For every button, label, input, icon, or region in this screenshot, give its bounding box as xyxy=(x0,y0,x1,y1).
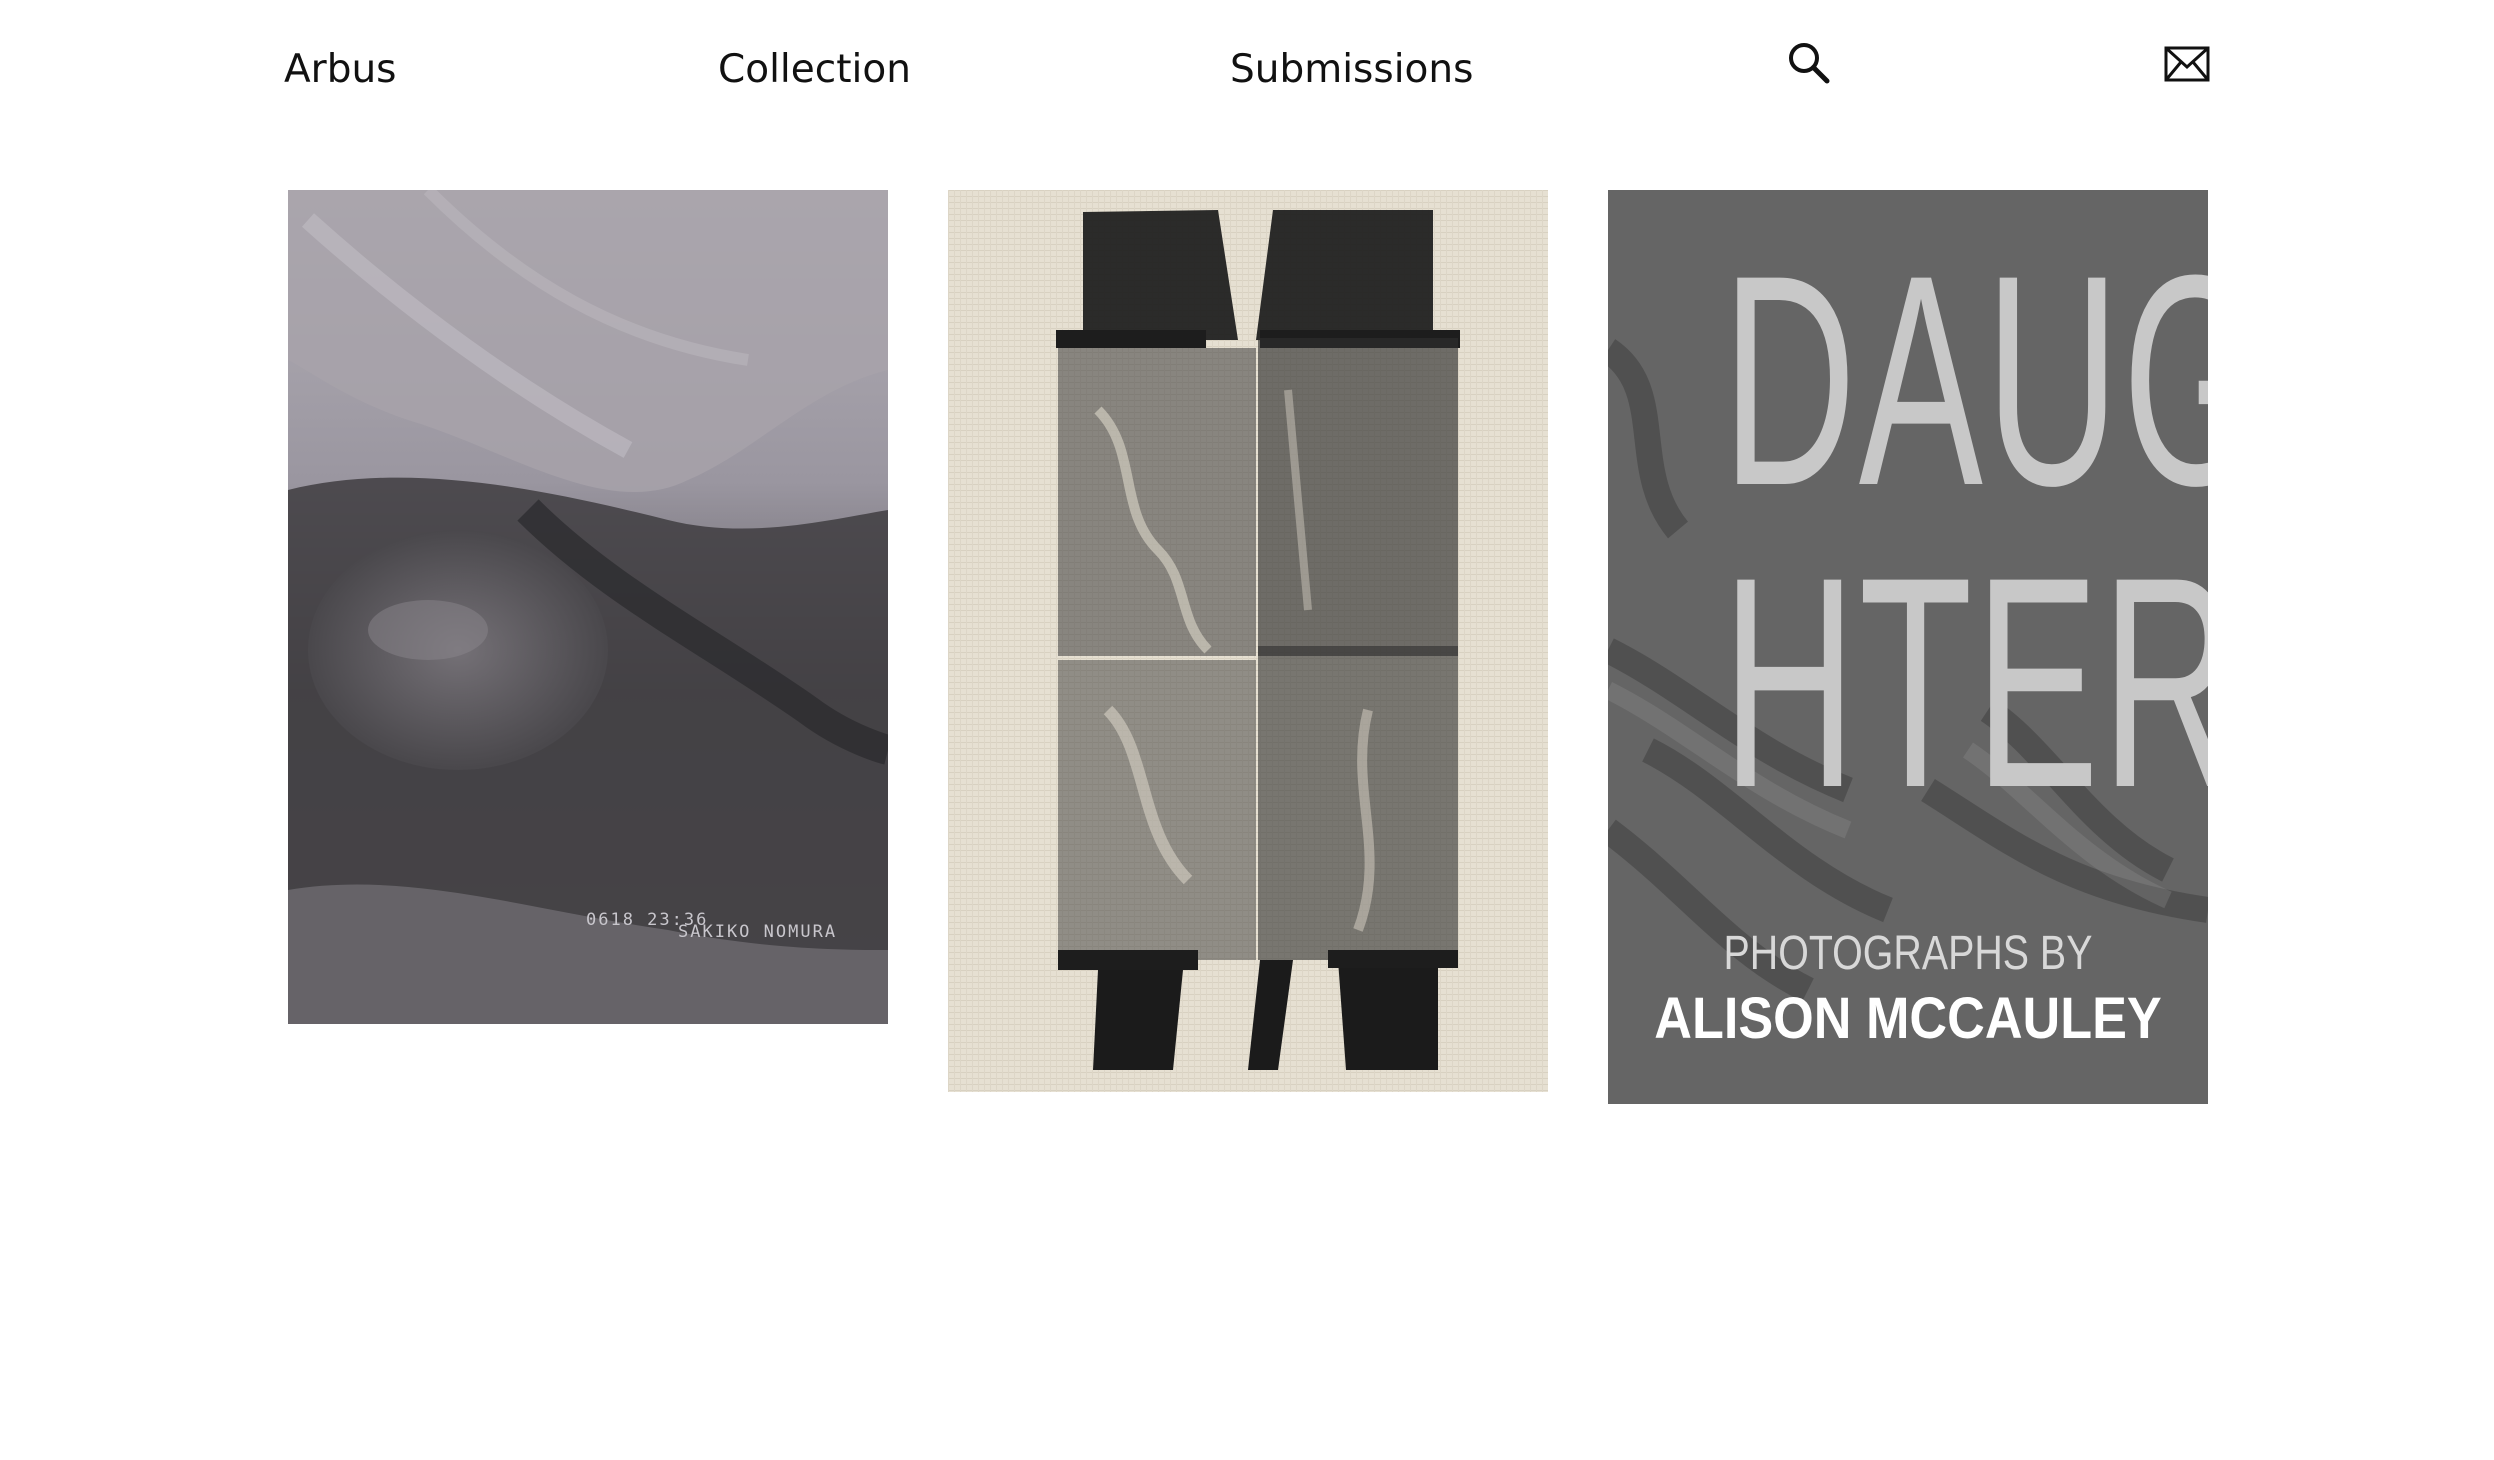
mail-icon[interactable] xyxy=(2164,46,2210,86)
nav-collection-link[interactable]: Collection xyxy=(718,40,911,100)
cover-title-line-1: DAUG xyxy=(1722,212,2208,548)
nav-submissions-link[interactable]: Submissions xyxy=(1230,40,1473,100)
cover-author: ALISON MCCAULEY xyxy=(1654,986,2162,1051)
book-cover-m-print[interactable] xyxy=(948,190,1548,1092)
book-cover-daughter[interactable]: DAUG HTER PHOTOGRAPHS BY ALISON MCCAULEY xyxy=(1608,190,2208,1104)
nav-home-link[interactable]: Arbus xyxy=(284,40,397,100)
cover-photo xyxy=(288,190,888,1024)
search-icon[interactable] xyxy=(1786,40,1832,90)
cover-title-line-2: HTER xyxy=(1722,514,2208,850)
cover-artwork xyxy=(948,190,1548,1092)
cover-caption-author: SAKIKO NOMURA xyxy=(678,922,838,942)
cover-subtitle: PHOTOGRAPHS BY xyxy=(1723,927,2093,980)
book-cover-sakiko-nomura[interactable]: 0618 23:36 SAKIKO NOMURA xyxy=(288,190,888,1024)
